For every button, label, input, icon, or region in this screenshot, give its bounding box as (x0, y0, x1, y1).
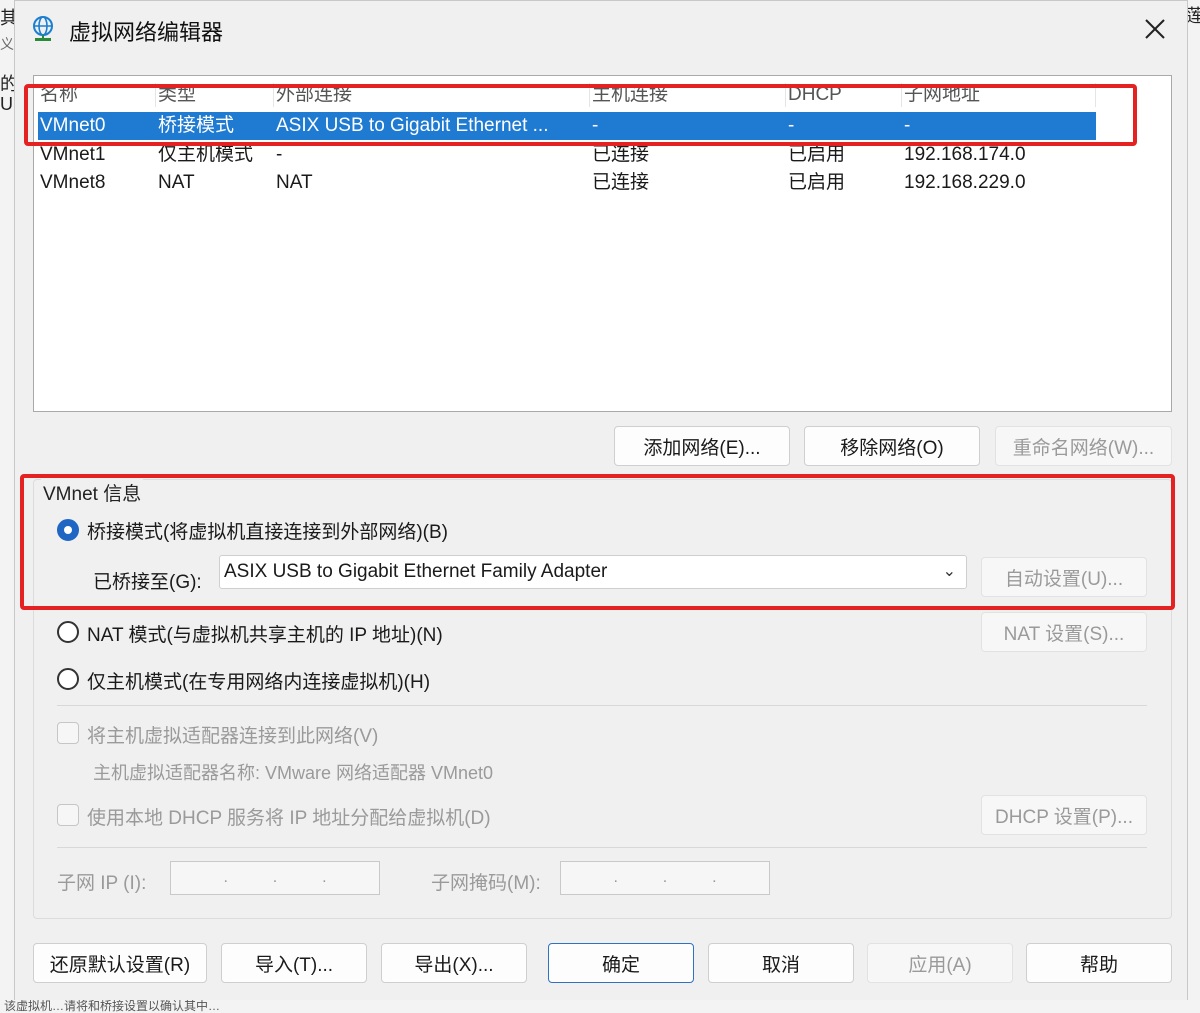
vmnet-info-group (33, 479, 1172, 919)
column-header-name[interactable]: 名称 (40, 83, 156, 107)
close-icon (1145, 19, 1165, 39)
bridged-to-value: ASIX USB to Gigabit Ethernet Family Adap… (224, 561, 608, 582)
host-only-mode-label[interactable]: 仅主机模式(在专用网络内连接虚拟机)(H) (87, 667, 430, 694)
restore-defaults-button[interactable]: 还原默认设置(R) (33, 943, 207, 983)
cell-external: ASIX USB to Gigabit Ethernet ... (276, 115, 549, 136)
column-header-external[interactable]: 外部连接 (276, 83, 590, 107)
subnet-ip-label: 子网 IP (I): (57, 873, 147, 894)
auto-settings-button[interactable]: 自动设置(U)... (981, 557, 1147, 597)
cell-subnet: 192.168.229.0 (904, 172, 1026, 193)
column-header-subnet[interactable]: 子网地址 (904, 83, 1096, 107)
globe-network-icon (33, 16, 53, 41)
title-bar[interactable]: 虚拟网络编辑器 (15, 1, 1187, 59)
remove-network-button[interactable]: 移除网络(O) (804, 426, 980, 466)
bg-fragment: 的 (0, 74, 14, 94)
cell-name: VMnet8 (40, 172, 106, 193)
bridged-mode-label[interactable]: 桥接模式(将虚拟机直接连接到外部网络)(B) (87, 517, 448, 544)
nat-settings-button[interactable]: NAT 设置(S)... (981, 612, 1147, 652)
column-header-host[interactable]: 主机连接 (592, 83, 786, 107)
table-header: 名称 类型 外部连接 主机连接 DHCP 子网地址 (38, 83, 1096, 107)
ok-button[interactable]: 确定 (548, 943, 694, 983)
cell-host: 已连接 (592, 172, 650, 193)
bg-fragment: U (0, 94, 13, 114)
use-dhcp-label[interactable]: 使用本地 DHCP 服务将 IP 地址分配给虚拟机(D) (87, 803, 491, 830)
nat-mode-label[interactable]: NAT 模式(与虚拟机共享主机的 IP 地址)(N) (87, 620, 443, 647)
cell-name: VMnet0 (40, 115, 106, 136)
background-app-bottom: 该虚拟机…请将和桥接设置以确认其中… (0, 1000, 1200, 1013)
ip-dot: . (613, 869, 618, 886)
ip-dot: . (272, 869, 278, 886)
add-network-button[interactable]: 添加网络(E)... (614, 426, 790, 466)
column-header-dhcp[interactable]: DHCP (788, 83, 902, 107)
divider (57, 847, 1147, 848)
subnet-mask-input[interactable]: . . . (560, 861, 770, 895)
cancel-button[interactable]: 取消 (708, 943, 854, 983)
cell-external: NAT (276, 172, 313, 193)
cell-dhcp: 已启用 (788, 144, 846, 165)
bridged-to-label: 已桥接至(G): (93, 572, 202, 593)
cell-host: - (592, 115, 599, 136)
divider (57, 705, 1147, 706)
cell-dhcp: 已启用 (788, 172, 846, 193)
cell-type: 仅主机模式 (158, 144, 254, 165)
export-button[interactable]: 导出(X)... (381, 943, 527, 983)
ip-dot: . (712, 869, 717, 886)
bg-fragment: 义 (0, 36, 14, 52)
cell-type: NAT (158, 172, 195, 193)
help-button[interactable]: 帮助 (1026, 943, 1172, 983)
column-header-type[interactable]: 类型 (158, 83, 274, 107)
cell-dhcp: - (788, 115, 795, 136)
background-app-right: 莲 (1186, 0, 1200, 1013)
subnet-mask-label: 子网掩码(M): (431, 873, 541, 894)
apply-button[interactable]: 应用(A) (867, 943, 1013, 983)
dhcp-settings-button[interactable]: DHCP 设置(P)... (981, 795, 1147, 835)
cell-subnet: - (904, 115, 911, 136)
cell-external: - (276, 144, 283, 165)
close-button[interactable] (1133, 9, 1177, 49)
host-only-mode-radio[interactable] (57, 668, 79, 690)
cell-subnet: 192.168.174.0 (904, 144, 1026, 165)
bridged-to-select[interactable]: ASIX USB to Gigabit Ethernet Family Adap… (219, 555, 967, 589)
use-dhcp-checkbox[interactable] (57, 804, 79, 826)
background-app-left: 其 义 的 U (0, 0, 14, 1013)
rename-network-button[interactable]: 重命名网络(W)... (995, 426, 1172, 466)
cell-type: 桥接模式 (158, 115, 235, 136)
ip-dot: . (322, 869, 327, 886)
vmnet-info-title: VMnet 信息 (41, 479, 144, 506)
cell-name: VMnet1 (40, 144, 106, 165)
connect-host-adapter-checkbox[interactable] (57, 722, 79, 744)
subnet-ip-input[interactable]: . . . (170, 861, 380, 895)
cell-host: 已连接 (592, 144, 650, 165)
import-button[interactable]: 导入(T)... (221, 943, 367, 983)
chevron-down-icon: ⌄ (942, 563, 956, 580)
ip-dot: . (223, 869, 228, 886)
ip-dot: . (662, 869, 668, 886)
bg-fragment: 其 (0, 8, 14, 28)
table-row-vmnet8[interactable]: VMnet8 NAT NAT 已连接 已启用 192.168.229.0 (38, 169, 1096, 197)
dialog-title: 虚拟网络编辑器 (69, 20, 224, 45)
connect-host-adapter-label[interactable]: 将主机虚拟适配器连接到此网络(V) (87, 721, 378, 748)
nat-mode-radio[interactable] (57, 621, 79, 643)
host-adapter-name: 主机虚拟适配器名称: VMware 网络适配器 VMnet0 (93, 763, 494, 783)
bridged-mode-radio[interactable] (57, 519, 79, 541)
table-row-vmnet0[interactable]: VMnet0 桥接模式 ASIX USB to Gigabit Ethernet… (38, 112, 1096, 140)
table-row-vmnet1[interactable]: VMnet1 仅主机模式 - 已连接 已启用 192.168.174.0 (38, 141, 1096, 169)
bg-fragment: 莲 (1186, 6, 1200, 26)
virtual-network-editor-dialog: 虚拟网络编辑器 名称 类型 外部连接 主机连接 DHCP 子网地址 VMnet0… (14, 0, 1188, 1002)
network-list[interactable]: 名称 类型 外部连接 主机连接 DHCP 子网地址 VMnet0 桥接模式 AS… (33, 75, 1172, 412)
